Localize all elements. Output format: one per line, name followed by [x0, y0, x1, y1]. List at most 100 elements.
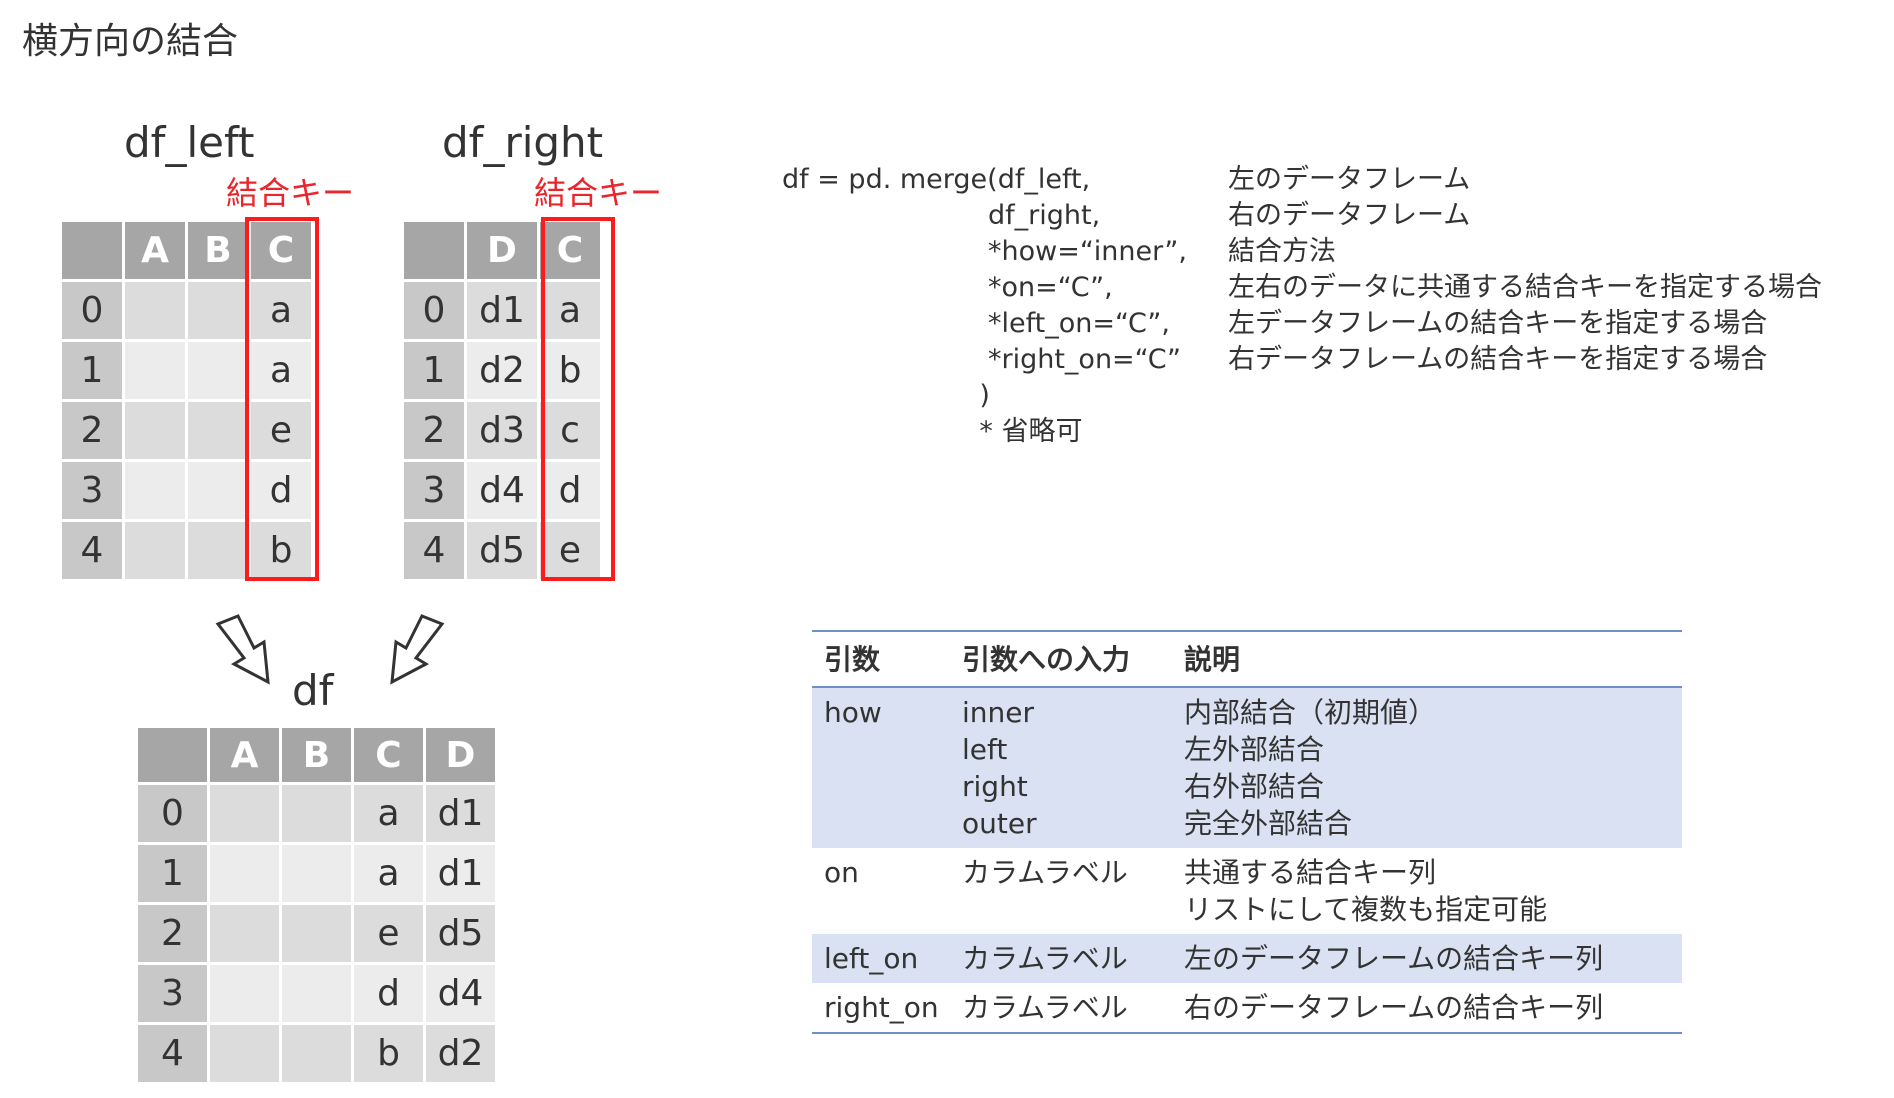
code-comment: 結合方法	[1228, 236, 1336, 267]
arg-description: 共通する結合キー列	[1184, 856, 1437, 889]
argument-table-header: 引数 引数への入力 説明	[812, 632, 1682, 686]
left-table-cell	[125, 342, 185, 399]
left-table-cell	[188, 462, 248, 519]
arg-description: リストにして複数も指定可能	[1184, 893, 1548, 926]
result-table-cell: d2	[426, 1025, 495, 1082]
down-left-arrow-icon	[390, 614, 445, 685]
code-text: *how=“inner”,	[782, 236, 1187, 267]
arg-name: on	[824, 856, 859, 889]
merge-code-block: df = pd. merge(df_left, 左のデータフレーム df_righ…	[782, 162, 1822, 450]
code-comment: 左データフレームの結合キーを指定する場合	[1228, 308, 1768, 339]
code-comment: 右データフレームの結合キーを指定する場合	[1228, 344, 1768, 375]
left-key-label: 結合キー	[226, 174, 355, 212]
result-table-row-index: 0	[138, 785, 207, 842]
table-bottom-rule	[812, 1032, 1682, 1034]
argument-table-row: on カラムラベル 共通する結合キー列リストにして複数も指定可能	[812, 848, 1682, 934]
right-table-header-cell: D	[467, 222, 537, 279]
result-table-header-cell: B	[282, 728, 351, 782]
code-line: )	[782, 378, 1187, 414]
arg-input: right	[962, 770, 1028, 803]
right-table-title: df_right	[442, 118, 604, 167]
code-text: *left_on=“C”,	[782, 308, 1170, 339]
left-table-cell	[125, 402, 185, 459]
result-table-cell	[282, 785, 351, 842]
right-table-row-index: 2	[404, 402, 464, 459]
arg-input: inner	[962, 696, 1035, 729]
result-table-row-index: 4	[138, 1025, 207, 1082]
header-input: 引数への入力	[962, 643, 1131, 676]
header-description: 説明	[1184, 643, 1241, 676]
arg-description: 内部結合（初期値）	[1184, 696, 1437, 729]
code-line: *on=“C”, 左右のデータに共通する結合キーを指定する場合	[782, 270, 1822, 306]
left-table-header-cell: A	[125, 222, 185, 279]
code-line: * 省略可	[782, 414, 1187, 450]
result-table-cell: a	[354, 785, 423, 842]
arg-name: right_on	[824, 991, 939, 1024]
left-table-cell	[188, 342, 248, 399]
arg-description: 左外部結合	[1184, 733, 1325, 766]
result-table-header-cell: C	[354, 728, 423, 782]
right-table-cell: d3	[467, 402, 537, 459]
arg-description: 左のデータフレームの結合キー列	[1184, 942, 1604, 975]
result-table-row-index: 1	[138, 845, 207, 902]
result-table-cell	[210, 845, 279, 902]
code-text: * 省略可	[782, 416, 1083, 447]
result-table-cell: d5	[426, 905, 495, 962]
code-comment: 左のデータフレーム	[1228, 164, 1471, 195]
arg-description: 右外部結合	[1184, 770, 1325, 803]
result-table-cell: d1	[426, 845, 495, 902]
down-right-arrow-icon	[215, 614, 270, 685]
left-table-header-cell: B	[188, 222, 248, 279]
code-comment: 右のデータフレーム	[1228, 200, 1471, 231]
result-table-cell: e	[354, 905, 423, 962]
right-table-row-index: 1	[404, 342, 464, 399]
right-table-cell: d4	[467, 462, 537, 519]
left-table-row-index: 2	[62, 402, 122, 459]
left-table-cell	[188, 402, 248, 459]
right-table-cell: d5	[467, 522, 537, 579]
right-table-cell: d1	[467, 282, 537, 339]
left-key-highlight	[245, 217, 319, 581]
header-arg: 引数	[824, 643, 881, 676]
left-table-row-index: 4	[62, 522, 122, 579]
left-table-cell	[188, 282, 248, 339]
right-table-row-index: 3	[404, 462, 464, 519]
arg-input: カラムラベル	[962, 942, 1128, 975]
argument-table: 引数 引数への入力 説明 how inner left right outer 内部結合（…	[812, 630, 1682, 1034]
left-table-row-index: 1	[62, 342, 122, 399]
code-line: *right_on=“C” 右データフレームの結合キーを指定する場合	[782, 342, 1767, 378]
result-table-row-index: 2	[138, 905, 207, 962]
code-comment: 左右のデータに共通する結合キーを指定する場合	[1228, 272, 1822, 303]
argument-table-row: left_on カラムラベル 左のデータフレームの結合キー列	[812, 934, 1682, 983]
left-table-row-index: 3	[62, 462, 122, 519]
result-table-header-cell: D	[426, 728, 495, 782]
left-table-header-cell	[62, 222, 122, 279]
arg-input: カラムラベル	[962, 856, 1128, 889]
page-title: 横方向の結合	[22, 21, 239, 62]
code-line: df = pd. merge(df_left, 左のデータフレーム	[782, 162, 1470, 198]
left-table-cell	[125, 282, 185, 339]
right-table-cell: d2	[467, 342, 537, 399]
right-key-label: 結合キー	[534, 174, 663, 212]
result-table-header-cell	[138, 728, 207, 782]
result-table-cell	[282, 965, 351, 1022]
left-table-row-index: 0	[62, 282, 122, 339]
result-table-cell	[282, 1025, 351, 1082]
left-table-cell	[125, 522, 185, 579]
result-table-title: df	[292, 666, 334, 715]
result-table-cell: d	[354, 965, 423, 1022]
result-table-cell	[282, 845, 351, 902]
result-table-header-cell: A	[210, 728, 279, 782]
arg-name: how	[824, 696, 882, 729]
left-table-cell	[188, 522, 248, 579]
result-table-cell	[210, 785, 279, 842]
left-table-title: df_left	[124, 118, 255, 167]
argument-table-row: how inner left right outer 内部結合（初期値） 左外部結合 右外部結…	[812, 688, 1682, 848]
code-text: *on=“C”,	[782, 272, 1113, 303]
argument-table-row: right_on カラムラベル 右のデータフレームの結合キー列	[812, 983, 1682, 1032]
result-table-cell: d4	[426, 965, 495, 1022]
result-table-cell: a	[354, 845, 423, 902]
result-table-row-index: 3	[138, 965, 207, 1022]
code-line: *how=“inner”, 結合方法	[782, 234, 1336, 270]
result-table-cell	[282, 905, 351, 962]
